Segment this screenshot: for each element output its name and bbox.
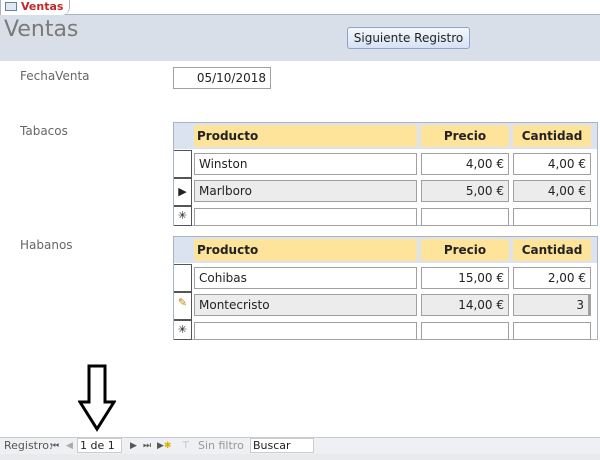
previous-record-icon[interactable]: ◀	[66, 438, 73, 454]
current-record-field[interactable]: 1 de 1	[77, 438, 122, 453]
fecha-field[interactable]: 05/10/2018	[173, 67, 271, 89]
col-cantidad: Cantidad	[513, 125, 591, 147]
col-producto: Producto	[194, 239, 417, 261]
filter-button[interactable]: Sin filtro	[198, 438, 244, 454]
precio-cell[interactable]: 5,00 €	[421, 180, 509, 202]
cantidad-cell[interactable]: 3	[513, 294, 591, 316]
precio-new-cell[interactable]	[421, 208, 509, 226]
producto-cell[interactable]: Cohibas	[194, 267, 417, 289]
next-record-icon[interactable]: ▶	[130, 438, 137, 454]
next-record-button[interactable]: Siguiente Registro	[347, 27, 470, 49]
filter-icon: ⊤	[182, 441, 190, 451]
search-input[interactable]: Buscar	[250, 438, 314, 453]
producto-new-cell[interactable]	[194, 208, 417, 226]
tabacos-subform: Producto Precio Cantidad Winston 4,00 € …	[173, 122, 598, 226]
precio-cell[interactable]: 4,00 €	[421, 153, 509, 175]
record-selector[interactable]	[174, 150, 192, 178]
form-header	[0, 15, 600, 61]
current-record-arrow-icon[interactable]: ▶	[174, 178, 192, 206]
precio-new-cell[interactable]	[421, 322, 509, 340]
cantidad-cell[interactable]: 4,00 €	[513, 180, 591, 202]
tab-ventas[interactable]: Ventas	[0, 0, 70, 15]
registro-label: Registro:	[4, 439, 53, 452]
document-tab-strip	[0, 0, 600, 15]
producto-cell[interactable]: Montecristo	[194, 294, 417, 316]
cantidad-new-cell[interactable]	[513, 208, 591, 226]
new-record-icon[interactable]: ✳	[174, 320, 192, 340]
cantidad-cell[interactable]: 2,00 €	[513, 267, 591, 289]
editing-pencil-icon[interactable]: ✎	[174, 292, 192, 320]
form-icon	[5, 2, 17, 11]
habanos-label: Habanos	[20, 238, 73, 252]
last-record-icon[interactable]: ⏭	[143, 438, 151, 454]
record-selector[interactable]	[174, 264, 192, 292]
producto-cell[interactable]: Winston	[194, 153, 417, 175]
cantidad-cell[interactable]: 4,00 €	[513, 153, 591, 175]
tab-label: Ventas	[21, 0, 64, 13]
new-record-icon[interactable]: ✳	[174, 206, 192, 226]
col-producto: Producto	[194, 125, 417, 147]
status-bar	[0, 454, 600, 460]
fecha-label: FechaVenta	[20, 69, 90, 83]
precio-cell[interactable]: 15,00 €	[421, 267, 509, 289]
col-cantidad: Cantidad	[513, 239, 591, 261]
down-arrow-icon	[78, 364, 116, 432]
col-precio: Precio	[421, 239, 509, 261]
first-record-icon[interactable]: ⏮	[51, 438, 59, 454]
precio-cell[interactable]: 14,00 €	[421, 294, 509, 316]
producto-cell[interactable]: Marlboro	[194, 180, 417, 202]
form-title: Ventas	[4, 17, 79, 42]
cantidad-new-cell[interactable]	[513, 322, 591, 340]
producto-new-cell[interactable]	[194, 322, 417, 340]
col-precio: Precio	[421, 125, 509, 147]
habanos-subform: Producto Precio Cantidad Cohibas 15,00 €…	[173, 236, 598, 340]
record-navigation-bar: Registro: ⏮ ◀ 1 de 1 ▶ ⏭ ▶✱ ⊤ Sin filtro…	[0, 437, 600, 454]
new-record-nav-icon[interactable]: ▶✱	[157, 438, 171, 454]
tabacos-label: Tabacos	[20, 124, 68, 138]
